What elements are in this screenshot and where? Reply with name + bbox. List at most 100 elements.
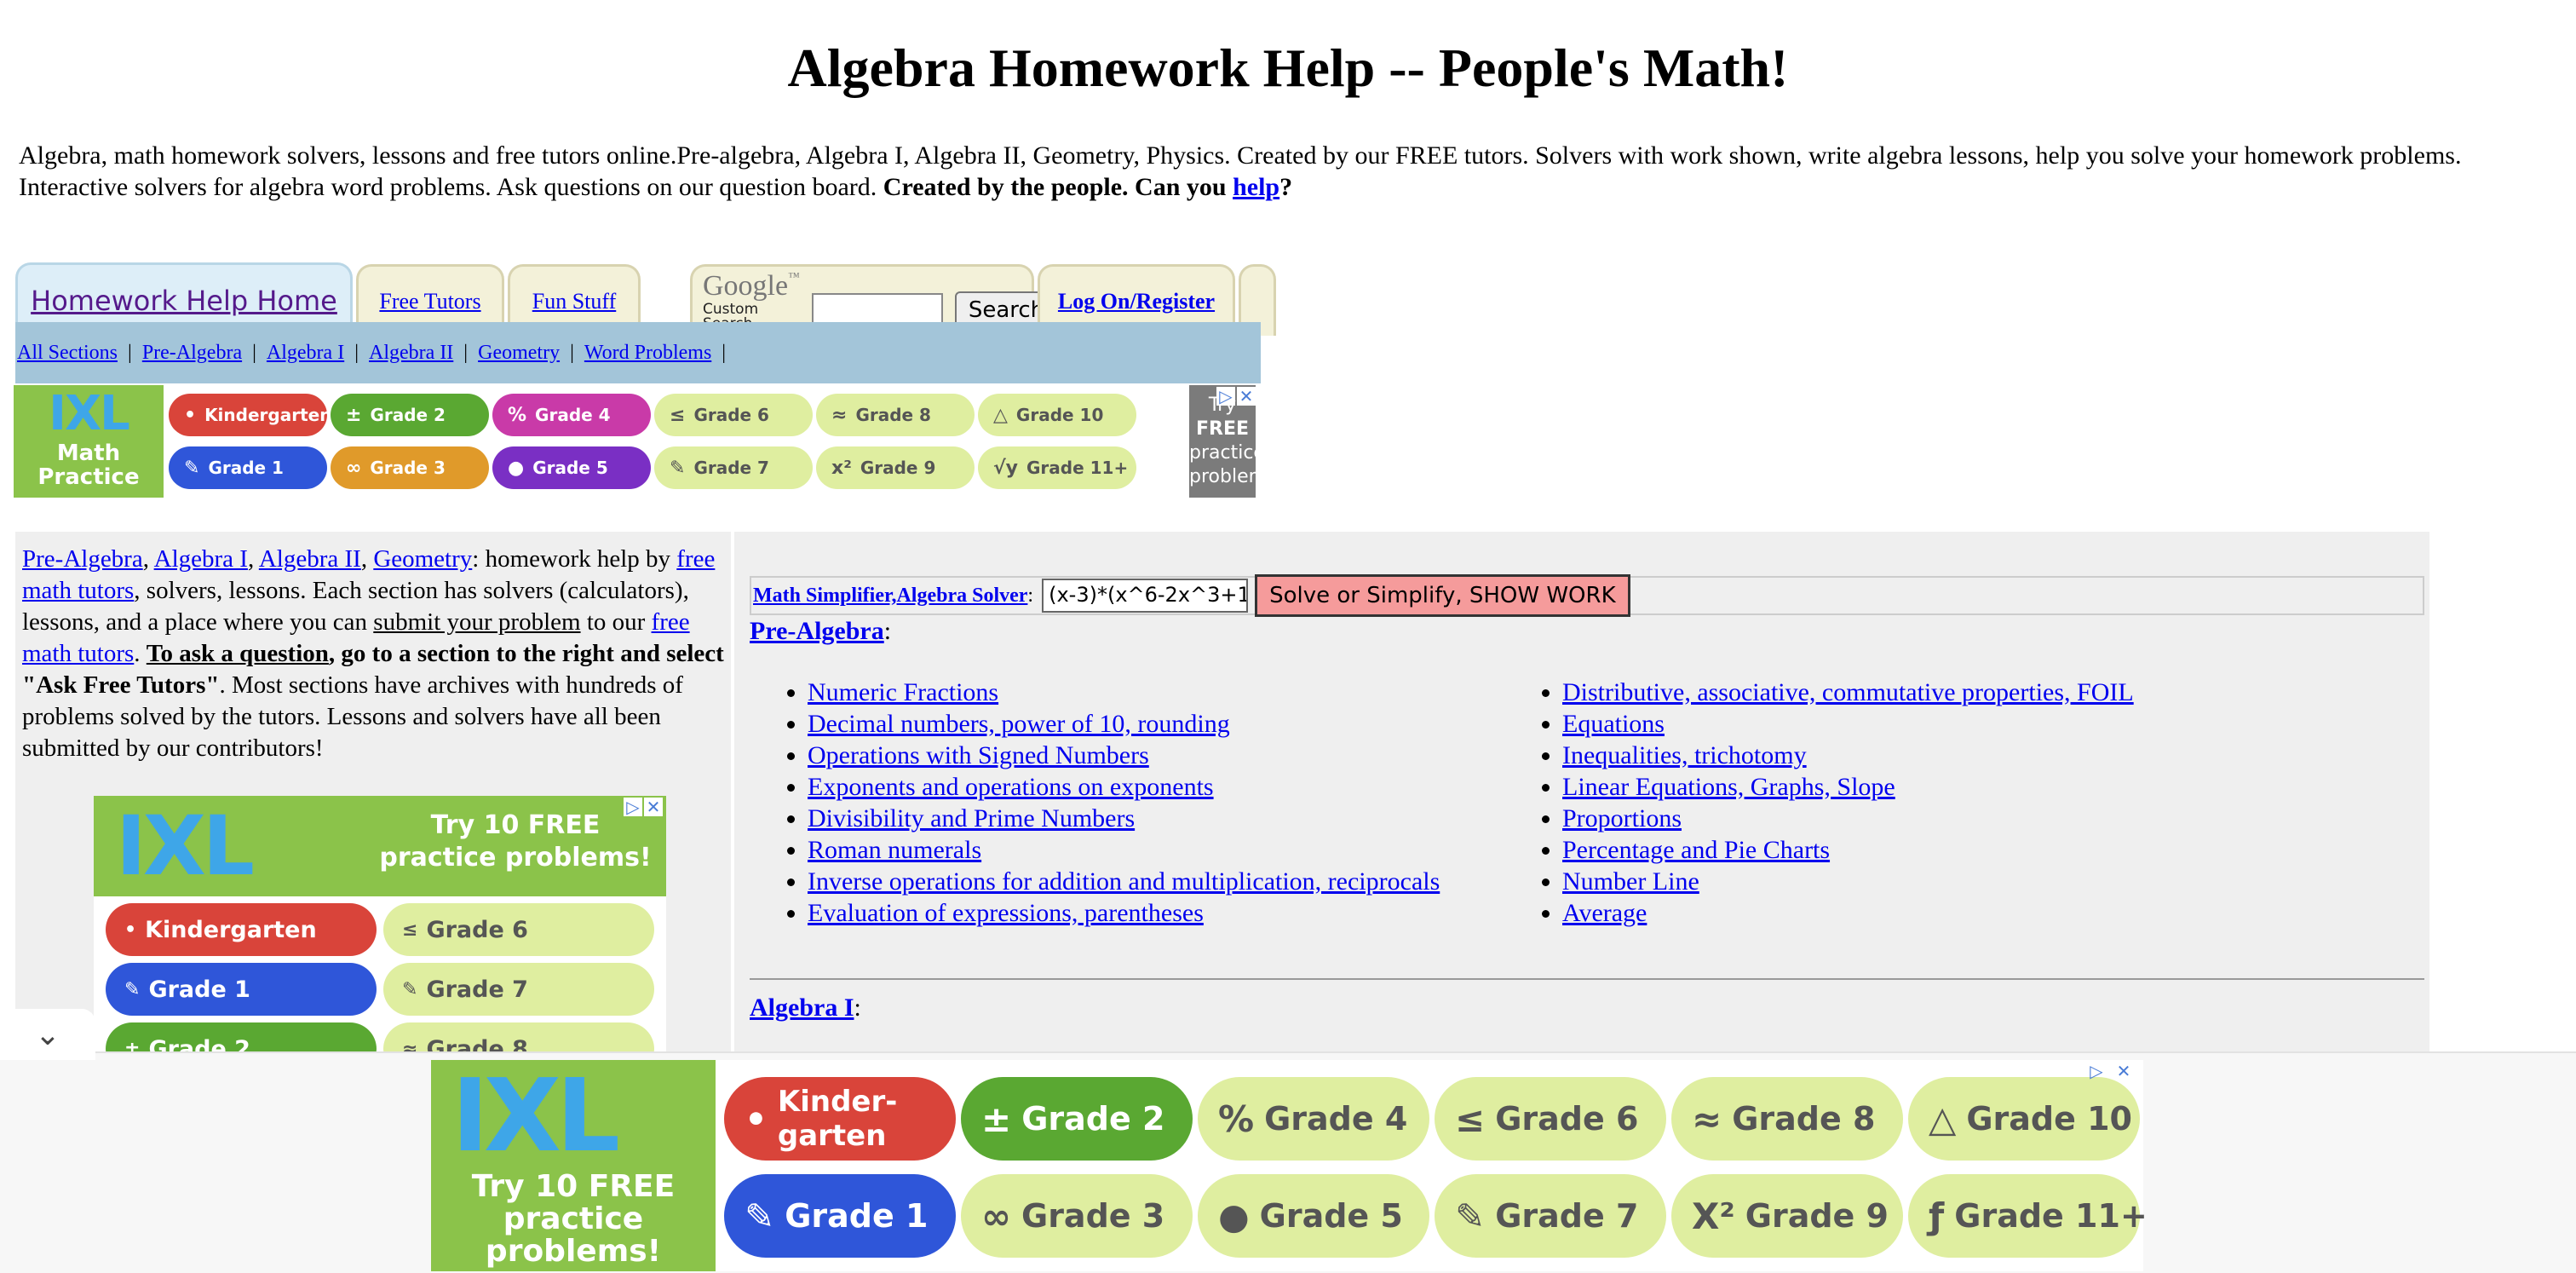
topic-link[interactable]: Percentage and Pie Charts [1562,836,1830,864]
ixl-bottom-grade-8[interactable]: ≈ Grade 8 [1671,1077,1903,1161]
ixl-side-grade-7[interactable]: ✎ Grade 7 [383,963,654,1016]
topic-link[interactable]: Numeric Fractions [808,678,998,706]
pill-label: Grade 9 [1745,1197,1889,1235]
topic-link[interactable]: Equations [1562,710,1665,738]
link-algebra-2[interactable]: Algebra II [259,545,361,573]
ixl-side-header[interactable]: IXL Try 10 FREE practice problems! ▷ ✕ [94,796,666,896]
math-simplifier-link[interactable]: Math Simplifier,Algebra Solver [753,585,1027,608]
ixl-grade-kindergarten[interactable]: • Kindergarten [169,394,331,436]
ixl-bottom-grade-11-plus[interactable]: ƒ Grade 11+ [1908,1174,2148,1258]
help-link[interactable]: help [1233,173,1279,201]
section-link-algebra-2[interactable]: Algebra II [369,342,453,365]
ixl-side-grade-1[interactable]: ✎ Grade 1 [106,963,377,1016]
ixl-bottom-kindergarten[interactable]: • Kinder-garten [724,1077,956,1161]
pencil-icon: ✎ [402,978,418,1000]
ixl-grade-11-plus[interactable]: √y Grade 11+ [978,446,1136,489]
chevron-down-icon[interactable]: ⌄ [0,1009,95,1060]
section-link-geometry[interactable]: Geometry [478,342,560,365]
ad-close-icon[interactable]: ✕ [2114,1062,2133,1080]
ixl-grade-4[interactable]: % Grade 4 [492,394,651,436]
ixl-bottom-grade-7[interactable]: ✎ Grade 7 [1435,1174,1666,1258]
section-link-pre-algebra[interactable]: Pre-Algebra [142,342,242,365]
pre-algebra-heading: Pre-Algebra: [750,617,891,646]
ixl-bottom-grade-9[interactable]: X² Grade 9 [1671,1174,1903,1258]
topic-link[interactable]: Inverse operations for addition and mult… [808,867,1440,896]
list-item: Distributive, associative, commutative p… [1562,677,2491,708]
ixl-grade-7[interactable]: ✎ Grade 7 [654,446,813,489]
section-link-algebra-1[interactable]: Algebra I [267,342,344,365]
search-input[interactable] [811,292,943,325]
submit-problem-link[interactable]: submit your problem [373,608,580,636]
ixl-practice-label: Practice [37,464,140,490]
left-intro-text: Pre-Algebra, Algebra I, Algebra II, Geom… [22,544,729,764]
algebra-1-link[interactable]: Algebra I [750,994,854,1022]
ixl-bottom-logo[interactable]: IXL Try 10 FREE practice problems! [431,1060,716,1271]
ixl-bottom-grade-3[interactable]: ∞ Grade 3 [961,1174,1193,1258]
link-geometry[interactable]: Geometry [373,545,472,573]
link-pre-algebra[interactable]: Pre-Algebra [22,545,143,573]
section-link-word-problems[interactable]: Word Problems [584,342,711,365]
ixl-bottom-grade-2[interactable]: ± Grade 2 [961,1077,1193,1161]
ixl-bottom-grade-4[interactable]: % Grade 4 [1198,1077,1429,1161]
dots-icon: • [124,919,137,941]
topic-link[interactable]: Exponents and operations on exponents [808,773,1214,801]
x-squared-icon: X² [1692,1195,1735,1237]
ixl-bottom-grade-1[interactable]: ✎ Grade 1 [724,1174,956,1258]
ixl-top-ad[interactable]: IXL Math Practice • Kindergarten ± Grade 2… [14,385,1284,498]
ixl-bottom-ad[interactable]: IXL Try 10 FREE practice problems! • Kind… [431,1060,2148,1271]
ixl-grade-10[interactable]: △ Grade 10 [978,394,1136,436]
ixl-side-grade-6[interactable]: ≤ Grade 6 [383,903,654,956]
ixl-grade-5[interactable]: ● Grade 5 [492,446,651,489]
tab-home-link[interactable]: Homework Help Home [31,285,337,317]
tab-free-tutors-link[interactable]: Free Tutors [379,289,480,314]
topic-link[interactable]: Proportions [1562,804,1682,832]
tab-fun-stuff-link[interactable]: Fun Stuff [532,289,617,314]
ixl-grade-1[interactable]: ✎ Grade 1 [169,446,327,489]
ad-close-icon[interactable]: ✕ [644,798,663,816]
list-item: Percentage and Pie Charts [1562,834,2491,866]
ixl-grade-9[interactable]: x² Grade 9 [816,446,975,489]
triangle-icon: △ [993,404,1008,426]
ixl-side-kindergarten[interactable]: • Kindergarten [106,903,377,956]
pill-label: Grade 11+ [1954,1197,2148,1235]
ad-choices-icon[interactable]: ▷ [2087,1062,2106,1080]
topic-link[interactable]: Inequalities, trichotomy [1562,741,1807,769]
ad-choices-icon[interactable]: ▷ [1216,387,1235,406]
dots-icon: • [184,404,197,426]
separator: | [252,341,256,364]
ixl-grade-8[interactable]: ≈ Grade 8 [816,394,975,436]
topic-link[interactable]: Evaluation of expressions, parentheses [808,899,1204,927]
google-tm: ™ [788,270,800,284]
section-link-all[interactable]: All Sections [17,342,118,365]
pill-label: Grade 10 [1015,405,1104,425]
pre-algebra-link[interactable]: Pre-Algebra [750,617,884,645]
topic-link[interactable]: Distributive, associative, commutative p… [1562,678,2134,706]
heading-colon: : [883,617,892,645]
solver-input[interactable]: (x-3)*(x^6-2x^3+1)= [1042,579,1249,613]
ixl-bottom-grade-6[interactable]: ≤ Grade 6 [1435,1077,1666,1161]
link-algebra-1[interactable]: Algebra I [154,545,248,573]
ixl-grade-6[interactable]: ≤ Grade 6 [654,394,813,436]
topic-link[interactable]: Decimal numbers, power of 10, rounding [808,710,1230,738]
ad-choices-icon[interactable]: ▷ [624,798,642,816]
google-wordmark: Google™ [703,269,800,302]
topic-link[interactable]: Average [1562,899,1647,927]
ixl-logo[interactable]: IXL Math Practice [14,385,164,498]
ixl-grade-2[interactable]: ± Grade 2 [331,394,489,436]
login-link[interactable]: Log On/Register [1058,289,1215,314]
ixl-side-ad[interactable]: IXL Try 10 FREE practice problems! ▷ ✕ •… [94,796,666,1057]
ixl-bottom-grade-5[interactable]: ● Grade 5 [1198,1174,1429,1258]
ixl-grade-3[interactable]: ∞ Grade 3 [331,446,489,489]
ixl-bottom-grade-10[interactable]: △ Grade 10 [1908,1077,2140,1161]
topic-link[interactable]: Divisibility and Prime Numbers [808,804,1135,832]
separator: | [128,341,132,364]
left-text-1: : homework help by [472,545,677,573]
solve-simplify-button[interactable]: Solve or Simplify, SHOW WORK [1255,574,1630,617]
topic-link[interactable]: Roman numerals [808,836,981,864]
ad-close-icon[interactable]: ✕ [1237,387,1256,406]
topic-link[interactable]: Operations with Signed Numbers [808,741,1149,769]
google-word-text: Google [703,269,789,302]
list-item: Numeric Fractions [808,677,1557,708]
topic-link[interactable]: Number Line [1562,867,1699,896]
topic-link[interactable]: Linear Equations, Graphs, Slope [1562,773,1895,801]
